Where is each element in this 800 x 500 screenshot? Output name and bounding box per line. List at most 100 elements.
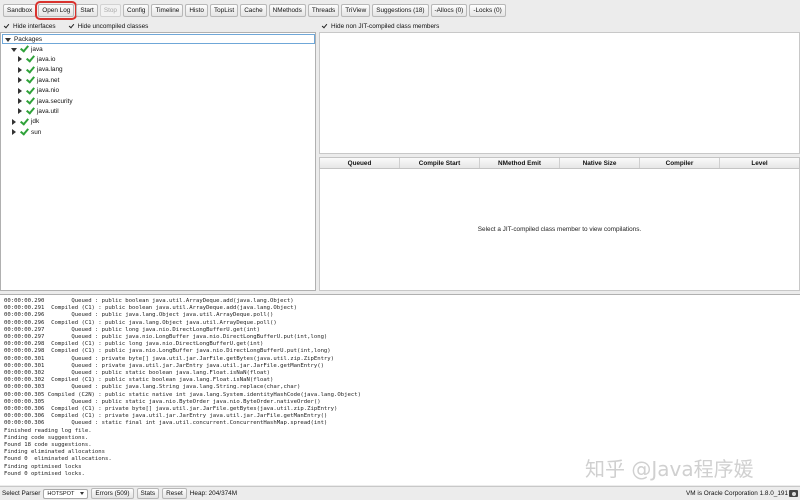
camera-icon[interactable]	[789, 490, 798, 497]
class-members-panel[interactable]	[319, 32, 800, 154]
triangle-right-icon[interactable]	[17, 108, 23, 115]
green-check-icon	[20, 128, 28, 136]
toolbar-button-threads[interactable]: Threads	[307, 3, 340, 17]
toolbar-button-suggestions-18[interactable]: Suggestions (18)	[372, 3, 429, 17]
green-check-icon	[20, 45, 28, 53]
toolbar-button-histo[interactable]: Histo	[185, 3, 208, 17]
tree-node-java-lang[interactable]: java.lang	[17, 65, 63, 75]
green-check-icon	[26, 97, 34, 105]
tree-node-java[interactable]: java	[11, 44, 43, 54]
toolbar-button-stop: Stop	[99, 3, 121, 17]
tree-root-label: Packages	[14, 35, 43, 43]
log-line: 00:00:00.297 Queued : public java.nio.Lo…	[4, 334, 328, 341]
triangle-right-icon[interactable]	[17, 56, 23, 63]
column-header-native-size[interactable]: Native Size	[560, 158, 640, 168]
log-line: 00:00:00.290 Queued : public boolean jav…	[4, 298, 294, 304]
column-header-queued[interactable]: Queued	[320, 158, 400, 168]
toolbar-button-cache[interactable]: Cache	[240, 3, 267, 17]
toolbar-button-allocs-0[interactable]: -Allocs (0)	[430, 3, 468, 17]
triangle-right-icon[interactable]	[17, 77, 23, 84]
hide-non-jit-label: Hide non JIT-compiled class members	[331, 23, 440, 30]
column-header-compiler[interactable]: Compiler	[640, 158, 720, 168]
compilations-empty-message: Select a JIT-compiled class member to vi…	[477, 226, 642, 233]
select-parser-label: Select Parser	[2, 490, 41, 497]
toolbar-button-timeline[interactable]: Timeline	[151, 3, 184, 17]
log-line: 00:00:00.298 Compiled (C1) : public long…	[4, 341, 264, 348]
tree-node-label: java.nio	[37, 87, 60, 95]
hide-interfaces-label: Hide interfaces	[13, 23, 56, 30]
log-line: 00:00:00.306 Compiled (C1) : private jav…	[4, 413, 328, 420]
log-line: 00:00:00.302 Queued : public static bool…	[4, 370, 271, 377]
compilations-table-body[interactable]: Select a JIT-compiled class member to vi…	[319, 169, 800, 291]
tree-node-label: jdk	[31, 118, 40, 126]
tree-node-label: sun	[31, 128, 42, 136]
log-line: 00:00:00.291 Compiled (C1) : public bool…	[4, 305, 297, 312]
tree-node-label: java	[31, 45, 43, 53]
tree-root-packages[interactable]: Packages	[5, 34, 42, 44]
main-toolbar: Sandbox Open Log Start Stop Config Timeline Hi…	[0, 0, 800, 20]
toolbar-button-config[interactable]: Config	[122, 3, 150, 17]
left-filter-bar: Hide interfaces Hide uncompiled classes	[4, 21, 148, 32]
errors-button[interactable]: Errors (509)	[91, 488, 134, 499]
tree-node-label: java.net	[37, 76, 60, 84]
log-line: 00:00:00.303 Queued : public java.lang.S…	[4, 384, 301, 391]
toolbar-button-nmethods[interactable]: NMethods	[268, 3, 306, 17]
package-tree[interactable]: Packages java java.io java.lang java.net jav…	[0, 32, 316, 291]
log-line: Finding code suggestions.	[4, 434, 89, 441]
triangle-down-icon[interactable]	[5, 36, 11, 42]
parser-select[interactable]: HOTSPOT	[43, 488, 89, 499]
green-check-icon	[26, 66, 34, 74]
toolbar-button-locks-0[interactable]: -Locks (0)	[469, 3, 506, 17]
log-line: 00:00:00.306 Queued : static final int j…	[4, 420, 328, 427]
tree-node-java-nio[interactable]: java.nio	[17, 86, 59, 96]
toolbar-button-toplist[interactable]: TopList	[209, 3, 239, 17]
tree-node-label: java.security	[37, 97, 73, 105]
log-line: 00:00:00.302 Compiled (C1) : public stat…	[4, 377, 274, 384]
log-line: 00:00:00.306 Compiled (C1) : private byt…	[4, 406, 338, 413]
hide-uncompiled-checkbox[interactable]: Hide uncompiled classes	[69, 23, 149, 30]
log-line: 00:00:00.298 Compiled (C1) : public java…	[4, 348, 331, 355]
tree-selection	[2, 34, 315, 44]
log-line: 00:00:00.297 Queued : public long java.n…	[4, 326, 260, 333]
log-line: 00:00:00.305 Queued : public static java…	[4, 398, 321, 405]
triangle-right-icon[interactable]	[17, 87, 23, 94]
green-check-icon	[26, 76, 34, 84]
column-header-compile-start[interactable]: Compile Start	[400, 158, 480, 168]
triangle-right-icon[interactable]	[17, 98, 23, 104]
triangle-down-icon[interactable]	[11, 46, 17, 52]
log-line: Found 18 code suggestions.	[4, 442, 92, 449]
green-check-icon	[26, 55, 34, 63]
triangle-right-icon[interactable]	[11, 118, 17, 125]
tree-node-sun[interactable]: sun	[11, 127, 41, 137]
triangle-right-icon[interactable]	[17, 66, 23, 73]
heap-status: Heap: 204/374M	[189, 490, 238, 497]
tree-node-java-io[interactable]: java.io	[17, 54, 55, 64]
tree-node-label: java.io	[37, 55, 56, 63]
column-header-nmethod-emit[interactable]: NMethod Emit	[480, 158, 560, 168]
reset-button[interactable]: Reset	[162, 488, 187, 499]
chevron-down-icon	[80, 492, 85, 495]
green-check-icon	[20, 118, 28, 126]
watermark: 知乎 @Java程序媛	[585, 457, 754, 481]
stats-button[interactable]: Stats	[136, 488, 160, 499]
checkmark-icon	[4, 24, 10, 30]
green-check-icon	[26, 107, 34, 115]
hide-non-jit-checkbox[interactable]: Hide non JIT-compiled class members	[322, 23, 439, 30]
tree-node-label: java.lang	[37, 66, 63, 74]
status-bar: Select Parser HOTSPOT Errors (509) Stats…	[0, 486, 800, 500]
checkmark-icon	[322, 24, 328, 30]
toolbar-button-open-log[interactable]: Open Log	[35, 0, 78, 20]
toolbar-button-triview[interactable]: TriView	[341, 3, 371, 17]
log-line: Finished reading log file.	[4, 427, 92, 434]
column-header-level[interactable]: Level	[720, 158, 799, 168]
triangle-right-icon[interactable]	[11, 129, 17, 136]
green-check-icon	[26, 87, 34, 95]
tree-node-java-security[interactable]: java.security	[17, 96, 73, 106]
hide-interfaces-checkbox[interactable]: Hide interfaces	[4, 23, 56, 30]
log-line: 00:00:00.301 Queued : private java.util.…	[4, 362, 324, 369]
toolbar-button-sandbox[interactable]: Sandbox	[3, 3, 37, 17]
tree-node-java-net[interactable]: java.net	[17, 75, 59, 85]
toolbar-button-start[interactable]: Start	[76, 3, 98, 17]
tree-node-label: java.util	[37, 107, 59, 115]
tree-node-java-util[interactable]: java.util	[17, 106, 59, 116]
